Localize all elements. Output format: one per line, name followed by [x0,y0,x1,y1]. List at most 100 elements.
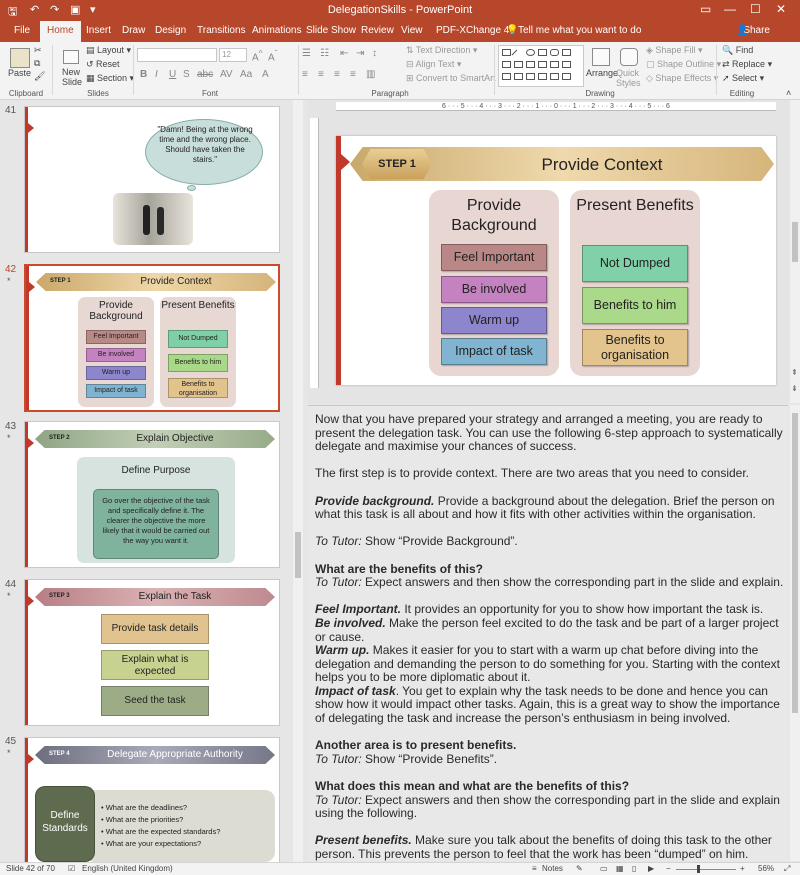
shape-brace2-icon[interactable] [538,73,547,80]
be-involved-box[interactable]: Be involved [441,276,547,303]
shape-line-icon[interactable] [511,49,518,56]
columns-icon[interactable]: ▥ [366,69,375,80]
shape-smile-icon[interactable] [514,73,523,80]
notes-text[interactable]: Now that you have prepared your strategy… [315,412,787,861]
slideshow-icon[interactable]: ▶ [648,864,654,873]
notes-pane[interactable]: Now that you have prepared your strategy… [308,405,788,861]
close-button[interactable]: ✕ [776,2,786,16]
shapes-gallery[interactable] [498,45,584,87]
shape-arrow-icon[interactable] [562,49,571,56]
collapse-ribbon-icon[interactable]: ˄ [786,88,791,98]
shape-star-icon[interactable] [550,61,559,68]
notes-scrollbar[interactable] [790,405,800,861]
thumbnail-slide-45[interactable]: STEP 4 Delegate Appropriate Authority De… [24,737,280,862]
maximize-button[interactable]: ☐ [750,2,761,16]
strikethrough-button[interactable]: abc [197,69,213,80]
zoom-out-icon[interactable]: − [666,864,671,873]
thumbnail-slide-43[interactable]: STEP 2 Explain Objective Define Purpose … [24,421,280,568]
shape-brace-icon[interactable] [562,61,571,68]
underline-button[interactable]: U [169,69,176,80]
italic-button[interactable]: I [155,69,158,80]
minimize-button[interactable]: — [724,2,736,16]
bold-button[interactable]: B [140,69,147,80]
tab-review[interactable]: Review [361,25,394,36]
tab-transitions[interactable]: Transitions [197,25,246,36]
zoom-level[interactable]: 56% [758,864,774,873]
quick-styles-icon[interactable] [620,48,638,66]
numbering-icon[interactable]: ☷ [320,48,329,59]
tab-design[interactable]: Design [155,25,186,36]
align-center-icon[interactable]: ≡ [318,69,324,80]
normal-view-icon[interactable]: ▭ [600,864,608,873]
arrange-icon[interactable] [592,48,610,66]
change-case-icon[interactable]: Aa [240,69,252,80]
grow-font-icon[interactable]: A^ [252,48,263,63]
shape-more-icon[interactable] [562,73,571,80]
zoom-in-icon[interactable]: + [740,864,745,873]
zoom-slider[interactable] [676,869,736,870]
shape-rounded-icon[interactable] [550,49,559,56]
ribbon-display-icon[interactable]: ▭ [700,2,711,16]
spelling-icon[interactable]: ☑ [68,864,75,873]
tab-animations[interactable]: Animations [252,25,301,36]
slide-scrollbar[interactable]: ⇞ ⇟ [790,100,800,403]
tell-me-search[interactable]: Tell me what you want to do [518,25,641,36]
tab-home[interactable]: Home [40,21,81,42]
text-direction-button[interactable]: ⇅ Text Direction ▾ [406,45,477,56]
tab-insert[interactable]: Insert [86,25,111,36]
warm-up-box[interactable]: Warm up [441,307,547,334]
shape-bracket-icon[interactable] [526,73,535,80]
font-color-icon[interactable]: A [262,69,269,80]
quick-styles-button[interactable]: Quick Styles [616,68,642,88]
benefits-to-organisation-box[interactable]: Benefits to organisation [582,329,688,366]
tab-pdf-xchange[interactable]: PDF-XChange 4 [436,25,509,36]
char-spacing-icon[interactable]: AV [220,69,233,80]
tab-file[interactable]: File [14,25,30,36]
shadow-button[interactable]: S [183,69,190,80]
new-slide-icon[interactable] [63,50,79,64]
tab-slide-show[interactable]: Slide Show [306,25,356,36]
bullets-icon[interactable]: ☰ [302,48,311,59]
slide-title[interactable]: Provide Context [450,155,754,175]
current-slide[interactable]: STEP 1 Provide Context Provide Backgroun… [336,136,776,385]
prev-slide-icon[interactable]: ⇞ [791,368,798,377]
reading-view-icon[interactable]: ▯ [632,864,636,873]
find-button[interactable]: 🔍 Find [722,45,753,56]
fit-slide-icon[interactable]: ⤢ [784,864,790,874]
benefits-to-him-box[interactable]: Benefits to him [582,287,688,324]
reset-button[interactable]: ↺ Reset [86,59,120,70]
cut-icon[interactable]: ✂ [34,45,42,56]
thumbnail-scroll-thumb[interactable] [295,532,301,578]
shape-rarrow-icon[interactable] [526,61,535,68]
shape-curve-icon[interactable] [502,73,511,80]
shape-effects-button[interactable]: ◇ Shape Effects ▾ [646,73,718,84]
section-button[interactable]: ▦ Section ▾ [86,73,134,84]
language-indicator[interactable]: English (United Kingdom) [82,864,173,873]
notes-scroll-thumb[interactable] [792,413,798,713]
align-right-icon[interactable]: ≡ [334,69,340,80]
line-spacing-icon[interactable]: ↕ [372,48,377,59]
shape-fill-button[interactable]: ◈ Shape Fill ▾ [646,45,702,56]
copy-icon[interactable]: ⧉ [34,58,40,69]
new-slide-button[interactable]: New Slide [62,67,82,87]
thumbnail-slide-42[interactable]: STEP 1 Provide Context Provide Backgroun… [24,264,280,412]
shape-outline-button[interactable]: ▢ Shape Outline ▾ [646,59,721,70]
decrease-indent-icon[interactable]: ⇤ [340,48,348,59]
font-size-dropdown[interactable]: 12 [219,48,247,62]
thumbnail-slide-41[interactable]: "Damn! Being at the wrong time and the w… [24,106,280,253]
convert-smartart-button[interactable]: ⊞ Convert to SmartArt ▾ [406,73,503,84]
shape-lshape-icon[interactable] [514,61,523,68]
align-text-button[interactable]: ⊟ Align Text ▾ [406,59,461,70]
arrange-button[interactable]: Arrange [586,68,618,78]
thumbnail-scrollbar[interactable] [293,100,303,862]
shape-oval-icon[interactable] [526,49,535,56]
tab-view[interactable]: View [401,25,423,36]
shape-triangle-icon[interactable] [502,61,511,68]
tab-draw[interactable]: Draw [122,25,145,36]
font-name-dropdown[interactable] [137,48,217,62]
justify-icon[interactable]: ≡ [350,69,356,80]
replace-button[interactable]: ⇄ Replace ▾ [722,59,772,70]
shape-darrow-icon[interactable] [538,61,547,68]
format-painter-icon[interactable]: 🖌 [34,71,45,82]
slide-sorter-icon[interactable]: ▦ [616,864,624,873]
